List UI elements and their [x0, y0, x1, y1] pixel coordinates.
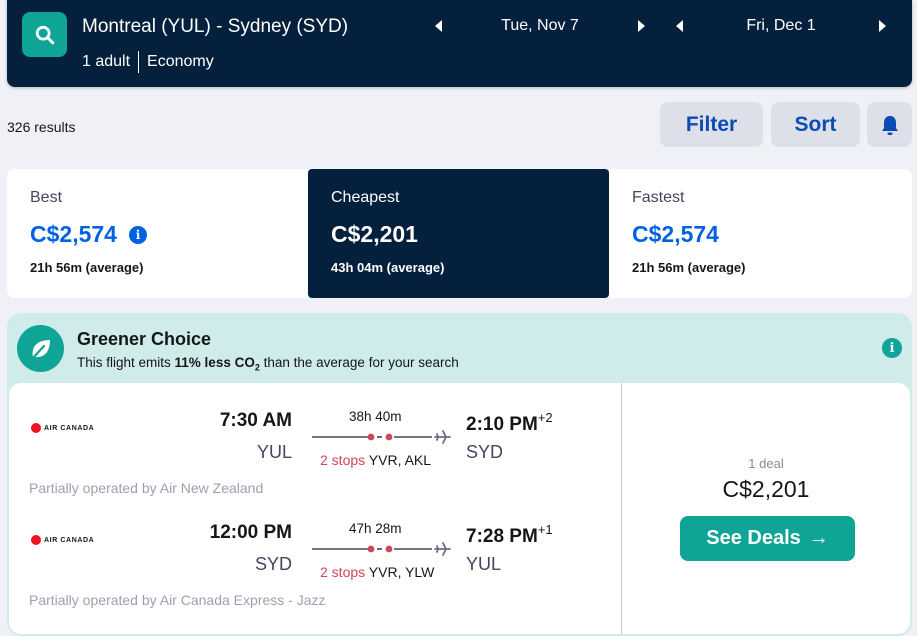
price-alert-button[interactable] — [867, 102, 912, 147]
route-title[interactable]: Montreal (YUL) - Sydney (SYD) — [82, 16, 348, 38]
tab-duration: 43h 04m (average) — [331, 260, 445, 275]
arrive-airport: YUL — [466, 554, 502, 574]
tab-best[interactable]: Best C$2,574 i 21h 56m (average) — [7, 169, 308, 298]
leg-duration: 47h 28m — [349, 521, 402, 536]
airline-logo: AIR CANADA — [31, 423, 94, 433]
arrive-time-value: 7:28 PM — [466, 526, 538, 547]
passengers-label: 1 adult — [82, 53, 131, 70]
tab-label: Best — [30, 189, 63, 206]
depart-airport: SYD — [254, 554, 292, 574]
stop-dot — [367, 545, 375, 553]
filter-button[interactable]: Filter — [660, 102, 763, 147]
prev-depart-date-icon[interactable] — [435, 20, 442, 32]
deal-count: 1 deal — [748, 456, 784, 471]
flight-leg-outbound: AIR CANADA 7:30 AM YUL 38h 40m 2 stops Y… — [9, 383, 622, 496]
tab-fastest[interactable]: Fastest C$2,574 21h 56m (average) — [609, 169, 912, 298]
results-count: 326 results — [7, 119, 76, 135]
greener-text: This flight emits — [77, 355, 175, 370]
search-button[interactable] — [22, 12, 67, 57]
sort-tabs: Best C$2,574 i 21h 56m (average) Cheapes… — [7, 169, 912, 298]
deal-panel: 1 deal C$2,201 See Deals → — [622, 383, 910, 634]
day-offset: +1 — [537, 522, 553, 537]
flight-leg-return: AIR CANADA 12:00 PM SYD 47h 28m 2 stops … — [9, 495, 622, 608]
return-date[interactable]: Fri, Dec 1 — [683, 17, 879, 35]
operated-by: Partially operated by Air Canada Express… — [29, 592, 326, 608]
airline-name: AIR CANADA — [44, 536, 95, 544]
plane-icon — [434, 430, 451, 444]
stops-count: 2 stops — [320, 564, 366, 580]
route-line — [312, 430, 451, 444]
divider — [138, 51, 140, 73]
flight-card[interactable]: AIR CANADA 7:30 AM YUL 38h 40m 2 stops Y… — [9, 383, 910, 634]
tab-duration: 21h 56m (average) — [632, 260, 746, 275]
deal-price: C$2,201 — [722, 476, 810, 502]
stop-dot — [385, 545, 393, 553]
bell-icon — [881, 115, 898, 135]
airline-name: AIR CANADA — [44, 424, 95, 432]
arrow-right-icon: → — [808, 527, 829, 549]
depart-date-picker: Tue, Nov 7 — [435, 17, 645, 35]
tab-price: C$2,201 — [331, 221, 586, 248]
tab-price: C$2,574 — [632, 221, 889, 248]
fastest-price: C$2,574 — [632, 221, 719, 247]
tab-price: C$2,574 i — [30, 221, 285, 248]
operated-by: Partially operated by Air New Zealand — [29, 480, 264, 496]
greener-description: This flight emits 11% less CO2 than the … — [77, 355, 459, 373]
prev-return-date-icon[interactable] — [676, 20, 683, 32]
depart-time: 7:30 AM — [219, 410, 292, 431]
search-summary-header: Montreal (YUL) - Sydney (SYD) 1 adult Ec… — [7, 0, 912, 87]
tab-duration: 21h 56m (average) — [30, 260, 144, 275]
plane-icon — [434, 542, 451, 556]
stops-airports: YVR, AKL — [368, 452, 432, 468]
stop-dot — [367, 433, 375, 441]
sort-button[interactable]: Sort — [771, 102, 860, 147]
day-offset: +2 — [537, 410, 553, 425]
greener-choice-result: Greener Choice This flight emits 11% les… — [7, 313, 912, 636]
emission-reduction: 11% less CO2 — [174, 355, 260, 373]
best-price: C$2,574 — [30, 221, 117, 247]
depart-time: 12:00 PM — [209, 522, 292, 543]
stops-airports: YVR, YLW — [368, 564, 435, 580]
tab-label: Fastest — [632, 189, 685, 206]
flight-legs: AIR CANADA 7:30 AM YUL 38h 40m 2 stops Y… — [9, 383, 622, 634]
info-icon[interactable]: i — [128, 225, 147, 244]
maple-leaf-icon — [31, 535, 41, 545]
travellers-cabin[interactable]: 1 adult Economy — [82, 51, 214, 73]
cabin-label: Economy — [147, 53, 214, 70]
next-return-date-icon[interactable] — [879, 20, 886, 32]
cheapest-price: C$2,201 — [331, 221, 418, 247]
arrive-time: 7:28 PM+1 — [466, 522, 553, 548]
next-depart-date-icon[interactable] — [638, 20, 645, 32]
arrive-airport: SYD — [466, 442, 504, 462]
arrive-time-value: 2:10 PM — [466, 414, 538, 435]
route-line — [312, 542, 451, 556]
airline-logo: AIR CANADA — [31, 535, 94, 545]
greener-badge — [17, 325, 64, 372]
search-icon — [35, 25, 54, 44]
tab-label: Cheapest — [331, 189, 400, 206]
arrive-time: 2:10 PM+2 — [466, 410, 553, 436]
stops-info: 2 stops YVR, YLW — [320, 564, 434, 580]
maple-leaf-icon — [31, 423, 41, 433]
stops-info: 2 stops YVR, AKL — [320, 452, 431, 468]
depart-date[interactable]: Tue, Nov 7 — [442, 17, 638, 35]
see-deals-button[interactable]: See Deals → — [680, 516, 855, 561]
return-date-picker: Fri, Dec 1 — [676, 17, 886, 35]
depart-airport: YUL — [256, 442, 292, 462]
tab-cheapest[interactable]: Cheapest C$2,201 43h 04m (average) — [308, 169, 609, 298]
emission-value: 11% less CO — [174, 355, 255, 370]
stop-dot — [385, 433, 393, 441]
greener-text-suffix: than the average for your search — [259, 355, 459, 370]
leaf-icon — [30, 339, 50, 360]
see-deals-label: See Deals — [706, 527, 801, 549]
greener-title: Greener Choice — [77, 329, 212, 349]
stops-count: 2 stops — [320, 452, 366, 468]
greener-info-icon[interactable]: i — [882, 338, 902, 358]
leg-duration: 38h 40m — [349, 409, 402, 424]
